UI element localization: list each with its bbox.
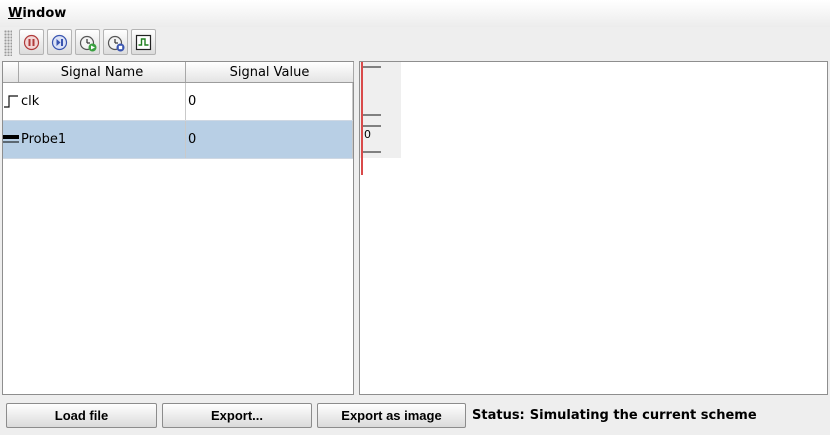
probe1-wave-value: 0	[364, 128, 371, 141]
waveform-view-button[interactable]	[131, 29, 156, 55]
step-icon	[51, 34, 68, 51]
load-file-button[interactable]: Load file	[6, 403, 157, 428]
signal-name-cell: clk	[19, 83, 186, 120]
time-cursor-line[interactable]	[361, 62, 363, 175]
bottom-bar: Load file Export... Export as image Stat…	[0, 397, 830, 435]
stop-simulation-button[interactable]	[19, 29, 44, 55]
table-header: Signal Name Signal Value	[3, 62, 354, 83]
stop-clock-icon	[107, 35, 125, 52]
stop-clock-button[interactable]	[103, 29, 128, 55]
export-as-image-button[interactable]: Export as image	[317, 403, 466, 428]
run-clock-icon	[79, 35, 97, 52]
menu-window[interactable]: Window	[8, 6, 66, 21]
stop-icon	[23, 34, 40, 51]
table-row-probe1[interactable]: Probe1 0	[3, 121, 353, 159]
menu-bar: Window	[0, 0, 830, 27]
status-label: Status:	[472, 408, 525, 423]
run-clock-button[interactable]	[75, 29, 100, 55]
waveform-icon	[135, 34, 152, 51]
toolbar	[0, 27, 830, 59]
signal-table: Signal Name Signal Value clk 0 Probe1 0	[2, 61, 354, 395]
signal-name-header[interactable]: Signal Name	[19, 62, 186, 82]
step-simulation-button[interactable]	[47, 29, 72, 55]
signal-value-header[interactable]: Signal Value	[186, 62, 354, 82]
waveform-panel: 0	[359, 61, 828, 395]
signal-value-cell: 0	[186, 83, 353, 120]
status-value: Simulating the current scheme	[529, 408, 757, 423]
icon-column-header[interactable]	[3, 62, 19, 82]
clock-signal-icon	[3, 83, 19, 120]
toolbar-grip-handle[interactable]	[4, 30, 12, 56]
waveform-traces	[362, 66, 381, 153]
signal-value-cell: 0	[186, 121, 353, 158]
menu-window-label: indow	[22, 6, 67, 21]
status-display: Status: Simulating the current scheme	[472, 408, 757, 423]
bus-signal-icon	[3, 121, 19, 158]
menu-window-mnemonic: W	[8, 6, 23, 21]
signal-name-cell: Probe1	[19, 121, 186, 158]
table-row-clk[interactable]: clk 0	[3, 83, 353, 121]
export-button[interactable]: Export...	[162, 403, 312, 428]
